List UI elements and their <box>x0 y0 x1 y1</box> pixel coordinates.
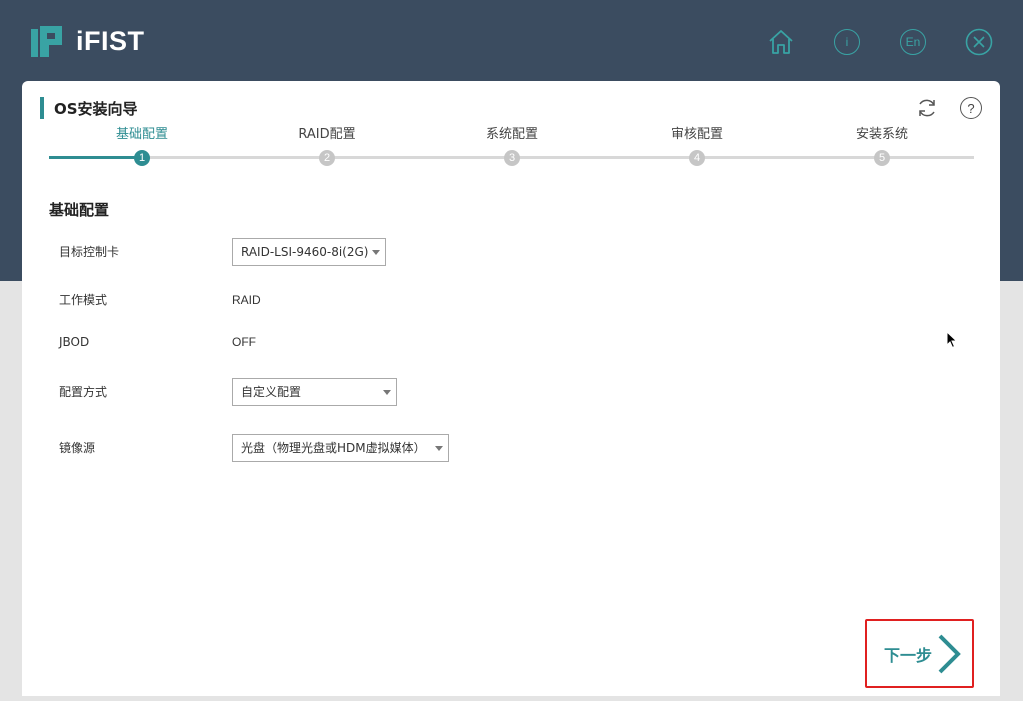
work-mode-row: 工作模式 RAID <box>59 286 859 314</box>
chevron-down-icon <box>372 250 380 255</box>
chevron-right-icon <box>936 633 962 675</box>
config-method-row: 配置方式 自定义配置 <box>59 378 859 406</box>
step-install-system[interactable]: 安装系统 5 <box>822 126 942 166</box>
step-number: 4 <box>689 150 705 166</box>
step-label: 基础配置 <box>115 127 168 142</box>
app-name: iFIST <box>76 26 145 56</box>
image-source-row: 镜像源 光盘（物理光盘或HDM虚拟媒体） <box>59 434 859 462</box>
config-method-select[interactable]: 自定义配置 <box>232 378 397 406</box>
refresh-icon[interactable] <box>915 96 939 120</box>
step-review-config[interactable]: 审核配置 4 <box>637 126 757 166</box>
step-number: 3 <box>504 150 520 166</box>
page-title: OS安装向导 <box>54 100 138 118</box>
chevron-down-icon <box>435 446 443 451</box>
step-basic-config[interactable]: 基础配置 1 <box>82 126 202 166</box>
mouse-cursor-icon <box>946 331 958 349</box>
chevron-down-icon <box>383 390 391 395</box>
jbod-label: JBOD <box>59 335 90 349</box>
wizard-panel: OS安装向导 ? 基础配置 1 RAID配置 2 系统配置 3 审核配置 4 安… <box>22 81 1000 696</box>
step-label: 系统配置 <box>485 127 538 142</box>
step-raid-config[interactable]: RAID配置 2 <box>267 126 387 166</box>
next-step-button[interactable]: 下一步 <box>865 619 974 688</box>
jbod-value: OFF <box>232 335 256 349</box>
title-accent-bar <box>40 97 44 119</box>
ifist-logo-icon <box>31 26 62 57</box>
step-label: 安装系统 <box>855 127 908 142</box>
home-icon[interactable] <box>767 28 795 56</box>
step-label: RAID配置 <box>298 127 356 142</box>
image-source-select[interactable]: 光盘（物理光盘或HDM虚拟媒体） <box>232 434 449 462</box>
next-step-label: 下一步 <box>884 645 933 665</box>
target-controller-row: 目标控制卡 RAID-LSI-9460-8i(2G) <box>59 238 859 266</box>
close-icon[interactable] <box>965 28 993 56</box>
step-label: 审核配置 <box>670 127 723 142</box>
work-mode-label: 工作模式 <box>59 293 108 307</box>
language-icon[interactable]: En <box>899 28 927 56</box>
target-controller-label: 目标控制卡 <box>59 245 120 259</box>
step-number: 5 <box>874 150 890 166</box>
section-title: 基础配置 <box>49 201 110 219</box>
work-mode-value: RAID <box>232 293 261 307</box>
step-number: 2 <box>319 150 335 166</box>
jbod-row: JBOD OFF <box>59 328 859 356</box>
target-controller-select[interactable]: RAID-LSI-9460-8i(2G) <box>232 238 386 266</box>
wizard-steps: 基础配置 1 RAID配置 2 系统配置 3 审核配置 4 安装系统 5 <box>49 126 974 171</box>
step-number: 1 <box>134 150 150 166</box>
image-source-label: 镜像源 <box>59 441 96 455</box>
app-logo: iFIST <box>31 26 145 57</box>
step-system-config[interactable]: 系统配置 3 <box>452 126 572 166</box>
help-icon[interactable]: ? <box>959 96 983 120</box>
info-icon[interactable]: i <box>833 28 861 56</box>
config-method-label: 配置方式 <box>59 385 108 399</box>
